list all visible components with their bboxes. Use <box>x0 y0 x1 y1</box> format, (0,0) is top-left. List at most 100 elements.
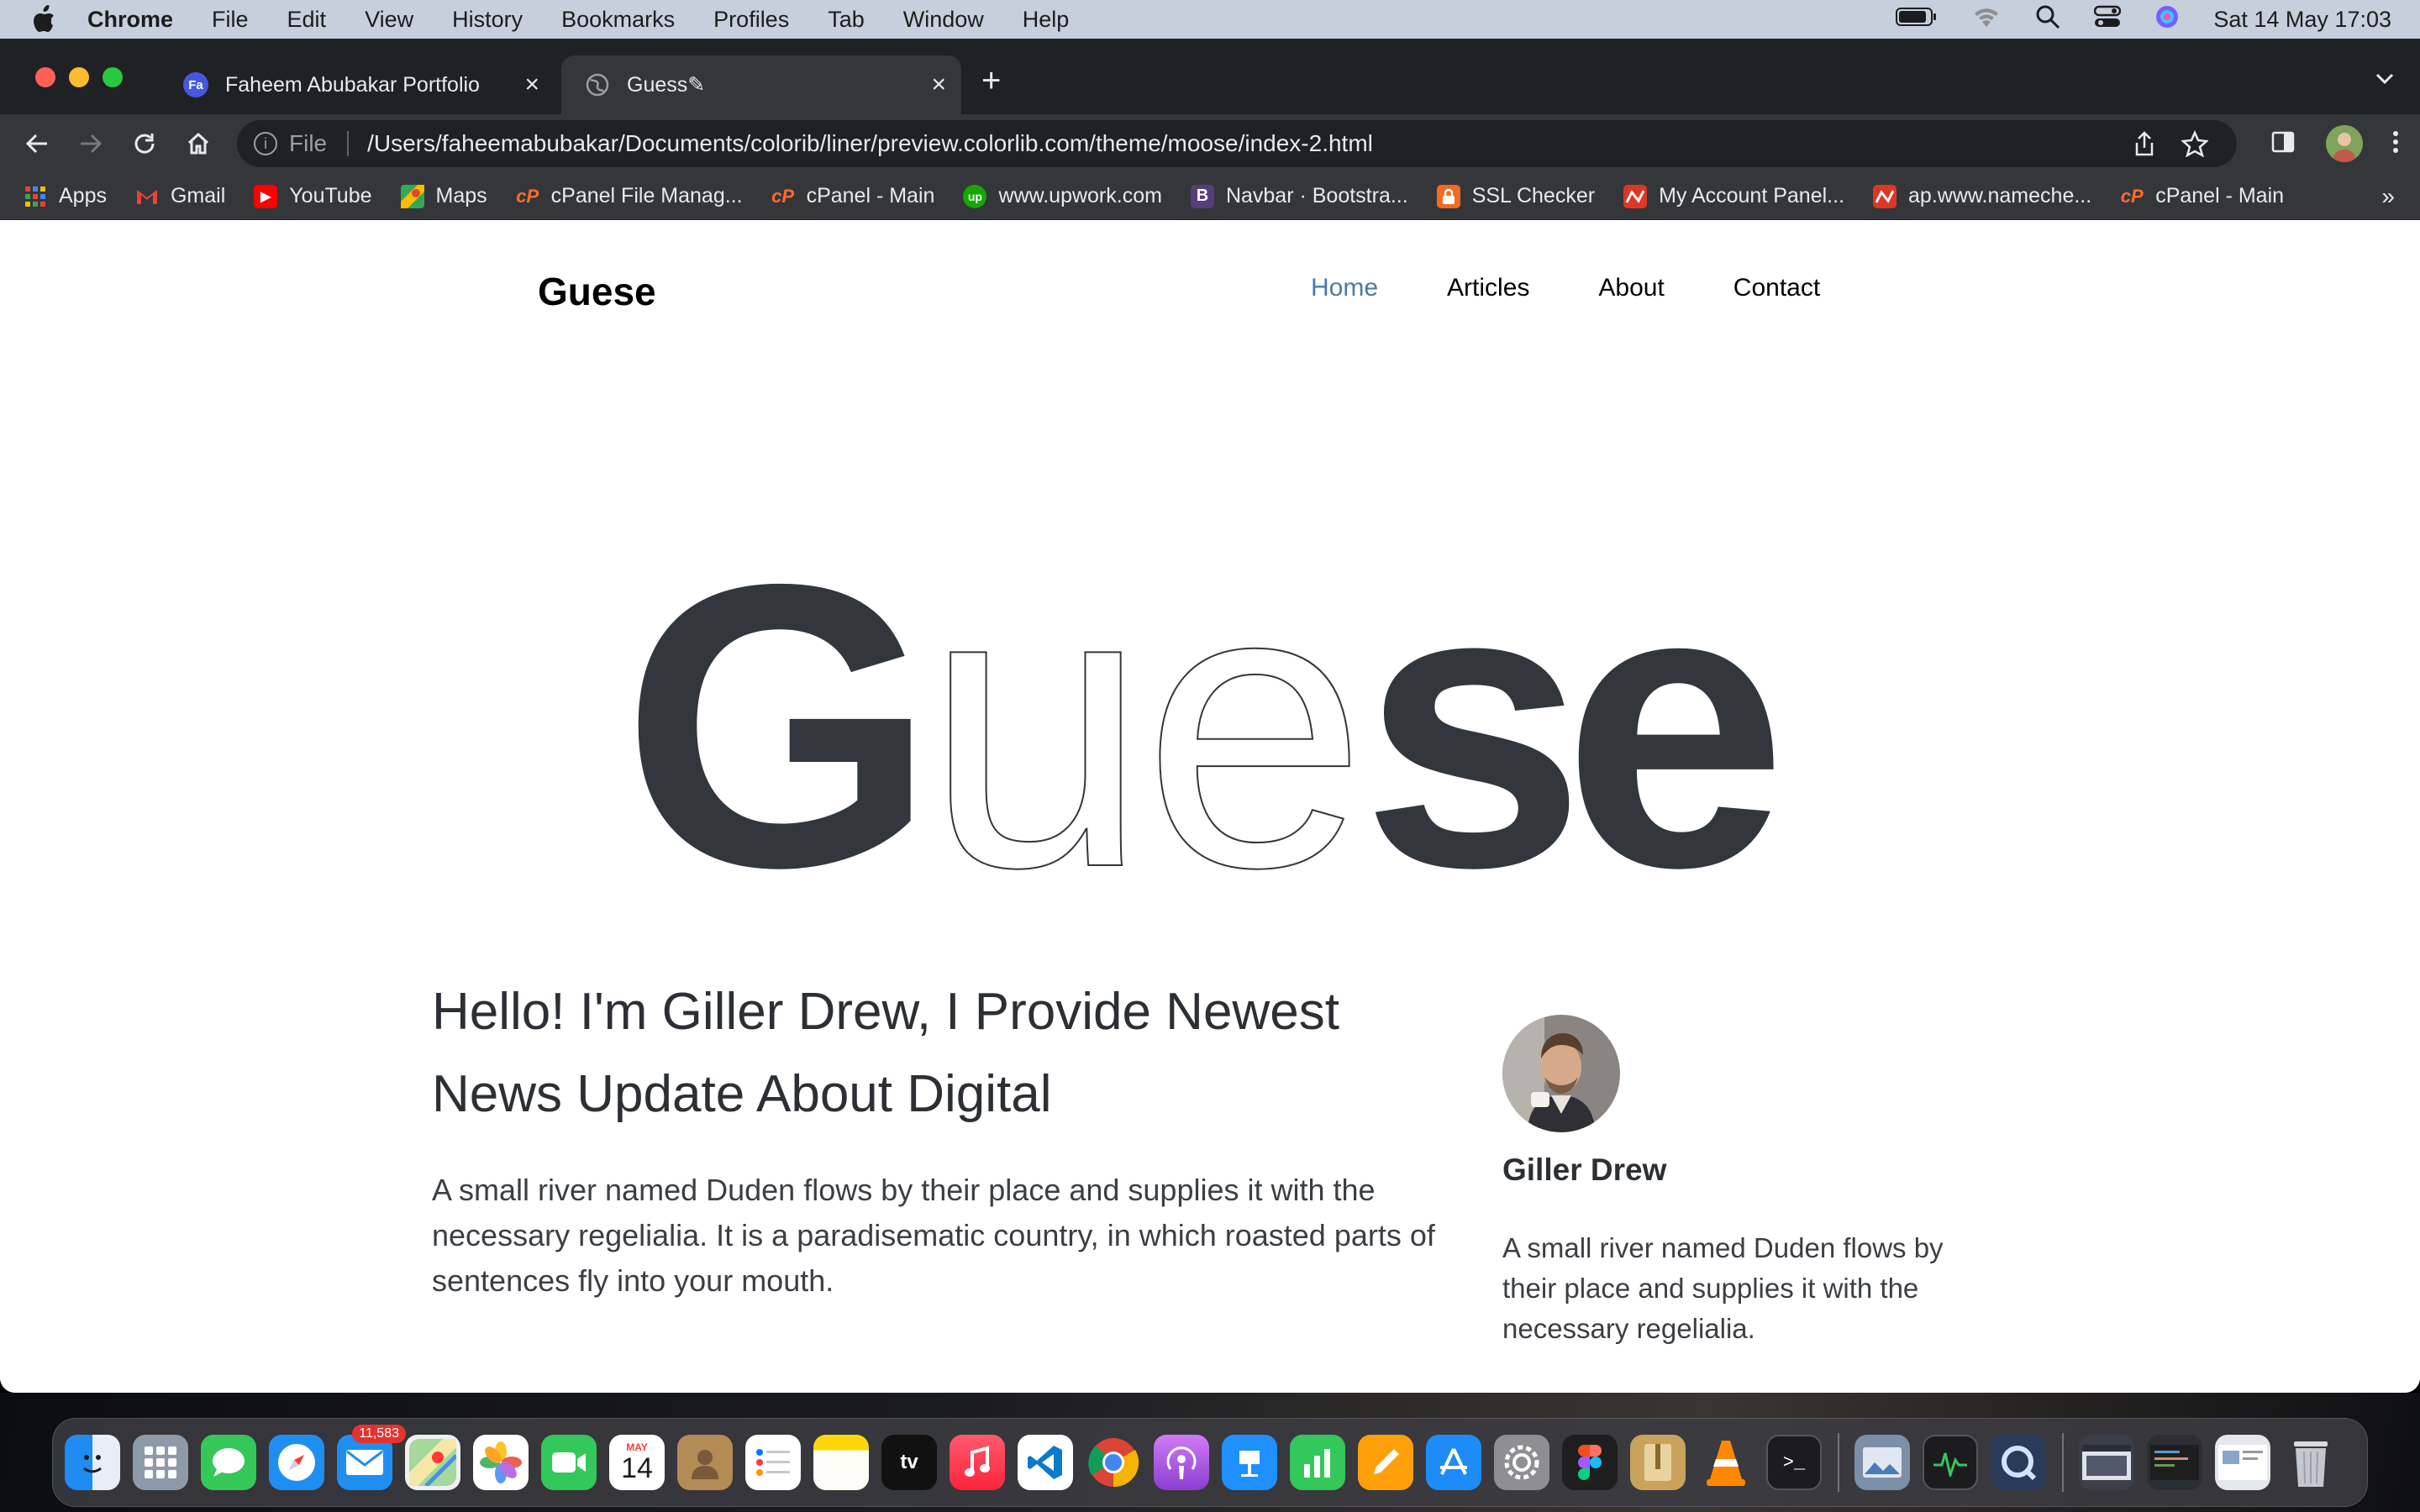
messages-icon[interactable] <box>201 1435 256 1490</box>
podcasts-icon[interactable] <box>1154 1435 1209 1490</box>
address-bar[interactable]: i File /Users/faheemabubakar/Documents/c… <box>237 120 2237 167</box>
close-window-button[interactable] <box>35 67 55 87</box>
nav-link-about[interactable]: About <box>1598 274 1664 302</box>
menu-view[interactable]: View <box>365 7 413 33</box>
battery-icon[interactable] <box>1896 7 1938 33</box>
hero-letter-outline: u <box>924 539 1149 892</box>
trash-icon[interactable] <box>2283 1435 2338 1490</box>
menu-window[interactable]: Window <box>903 7 984 33</box>
close-tab-icon[interactable]: × <box>524 72 539 97</box>
tab-search-chevron-icon[interactable] <box>2375 64 2395 91</box>
launchpad-icon[interactable] <box>133 1435 188 1490</box>
bookmark-label: Gmail <box>170 184 226 207</box>
safari-icon[interactable] <box>269 1435 324 1490</box>
menu-history[interactable]: History <box>452 7 523 33</box>
wifi-icon[interactable] <box>1971 5 2002 34</box>
menu-edit[interactable]: Edit <box>287 7 327 33</box>
url-text[interactable]: /Users/faheemabubakar/Documents/colorib/… <box>367 130 1373 157</box>
apple-tv-label: tv <box>900 1451 918 1473</box>
bookmark-bootstrap-navbar[interactable]: B Navbar · Bootstra... <box>1190 184 1408 208</box>
tab-portfolio[interactable]: Fa Faheem Abubakar Portfolio × <box>160 55 555 114</box>
bookmark-label: YouTube <box>289 184 372 207</box>
bookmark-cpanel-file-manager[interactable]: cP cPanel File Manag... <box>516 184 742 208</box>
bookmark-label: www.upwork.com <box>998 184 1162 207</box>
menu-file[interactable]: File <box>212 7 249 33</box>
music-icon[interactable] <box>950 1435 1005 1490</box>
forward-arrow-icon[interactable] <box>74 127 108 160</box>
control-center-icon[interactable] <box>2094 5 2122 34</box>
menu-app-name[interactable]: Chrome <box>87 7 173 33</box>
terminal-icon[interactable]: >_ <box>1766 1435 1822 1490</box>
site-logo[interactable]: Guese <box>538 269 656 314</box>
hero-wordmark: G u e s e <box>622 539 1787 892</box>
menu-clock[interactable]: Sat 14 May 17:03 <box>2213 7 2391 33</box>
activity-monitor-icon[interactable] <box>1923 1435 1978 1490</box>
bookmark-cpanel-main[interactable]: cP cPanel - Main <box>771 184 935 208</box>
system-preferences-gear-icon[interactable] <box>1494 1435 1549 1490</box>
nav-link-contact[interactable]: Contact <box>1733 274 1820 302</box>
vlc-icon[interactable] <box>1698 1435 1754 1490</box>
menu-bar-status-area: Sat 14 May 17:03 <box>1896 0 2391 39</box>
reload-icon[interactable] <box>128 127 161 160</box>
cpanel-icon: cP <box>2120 185 2144 207</box>
minimized-vscode-window-thumbnail[interactable] <box>2147 1435 2202 1490</box>
keynote-icon[interactable] <box>1222 1435 1277 1490</box>
pages-icon[interactable] <box>1358 1435 1413 1490</box>
more-bookmarks-chevron-icon[interactable]: » <box>2381 183 2395 210</box>
minimized-browser-window-thumbnail[interactable] <box>2215 1435 2270 1490</box>
close-tab-icon[interactable]: × <box>931 72 946 97</box>
numbers-icon[interactable] <box>1290 1435 1345 1490</box>
side-panel-icon[interactable] <box>2270 129 2296 159</box>
vscode-icon[interactable] <box>1018 1435 1073 1490</box>
bookmark-gmail[interactable]: Gmail <box>135 184 225 208</box>
nav-link-home[interactable]: Home <box>1311 274 1378 302</box>
tab-strip: Fa Faheem Abubakar Portfolio × Guess✎ × … <box>0 39 2420 114</box>
new-tab-plus-icon[interactable]: + <box>981 64 1001 97</box>
contacts-icon[interactable] <box>677 1435 733 1490</box>
menu-bookmarks[interactable]: Bookmarks <box>561 7 675 33</box>
spotlight-search-icon[interactable] <box>2035 4 2060 35</box>
bookmark-ssl-checker[interactable]: SSL Checker <box>1436 184 1595 208</box>
menu-tab[interactable]: Tab <box>828 7 865 33</box>
home-icon[interactable] <box>182 127 215 160</box>
bookmark-my-account-panel[interactable]: My Account Panel... <box>1623 184 1844 208</box>
notes-icon[interactable] <box>813 1435 869 1490</box>
apple-menu-icon[interactable] <box>29 4 59 34</box>
app-store-icon[interactable] <box>1426 1435 1481 1490</box>
facetime-icon[interactable] <box>541 1435 597 1490</box>
bookmark-namecheap[interactable]: ap.www.nameche... <box>1873 184 2091 208</box>
bookmark-apps[interactable]: Apps <box>24 184 107 208</box>
bookmark-maps[interactable]: Maps <box>400 184 487 208</box>
bookmark-youtube[interactable]: ▶ YouTube <box>254 184 372 208</box>
preview-icon[interactable] <box>1854 1435 1910 1490</box>
figma-icon[interactable] <box>1562 1435 1618 1490</box>
chrome-icon[interactable] <box>1086 1435 1141 1490</box>
photos-icon[interactable] <box>473 1435 529 1490</box>
finder-icon[interactable] <box>65 1435 120 1490</box>
tab-guess[interactable]: Guess✎ × <box>561 55 961 114</box>
share-icon[interactable] <box>2133 130 2156 163</box>
profile-avatar[interactable] <box>2326 125 2363 162</box>
back-arrow-icon[interactable] <box>20 127 54 160</box>
bookmark-label: cPanel - Main <box>806 184 935 207</box>
quicktime-icon[interactable] <box>1991 1435 2046 1490</box>
bookmark-star-icon[interactable] <box>2181 129 2209 163</box>
menu-profiles[interactable]: Profiles <box>713 7 789 33</box>
calendar-icon[interactable]: MAY 14 <box>609 1435 665 1490</box>
maps-icon[interactable] <box>405 1435 460 1490</box>
archive-utility-icon[interactable] <box>1630 1435 1686 1490</box>
zoom-window-button[interactable] <box>103 67 123 87</box>
mail-icon[interactable]: 11,583 <box>337 1425 406 1490</box>
nav-link-articles[interactable]: Articles <box>1447 274 1529 302</box>
bookmark-cpanel-main-2[interactable]: cP cPanel - Main <box>2120 184 2284 208</box>
bookmark-upwork[interactable]: up www.upwork.com <box>963 184 1162 208</box>
minimize-window-button[interactable] <box>69 67 89 87</box>
site-info-icon[interactable]: i <box>254 132 277 155</box>
minimized-window-thumbnail[interactable] <box>2079 1435 2134 1490</box>
bookmark-label: My Account Panel... <box>1659 184 1845 207</box>
apple-tv-icon[interactable]: tv <box>881 1435 937 1490</box>
siri-icon[interactable] <box>2154 4 2180 35</box>
menu-help[interactable]: Help <box>1023 7 1070 33</box>
reminders-icon[interactable] <box>745 1435 801 1490</box>
chrome-menu-kebab-icon[interactable] <box>2391 129 2400 159</box>
